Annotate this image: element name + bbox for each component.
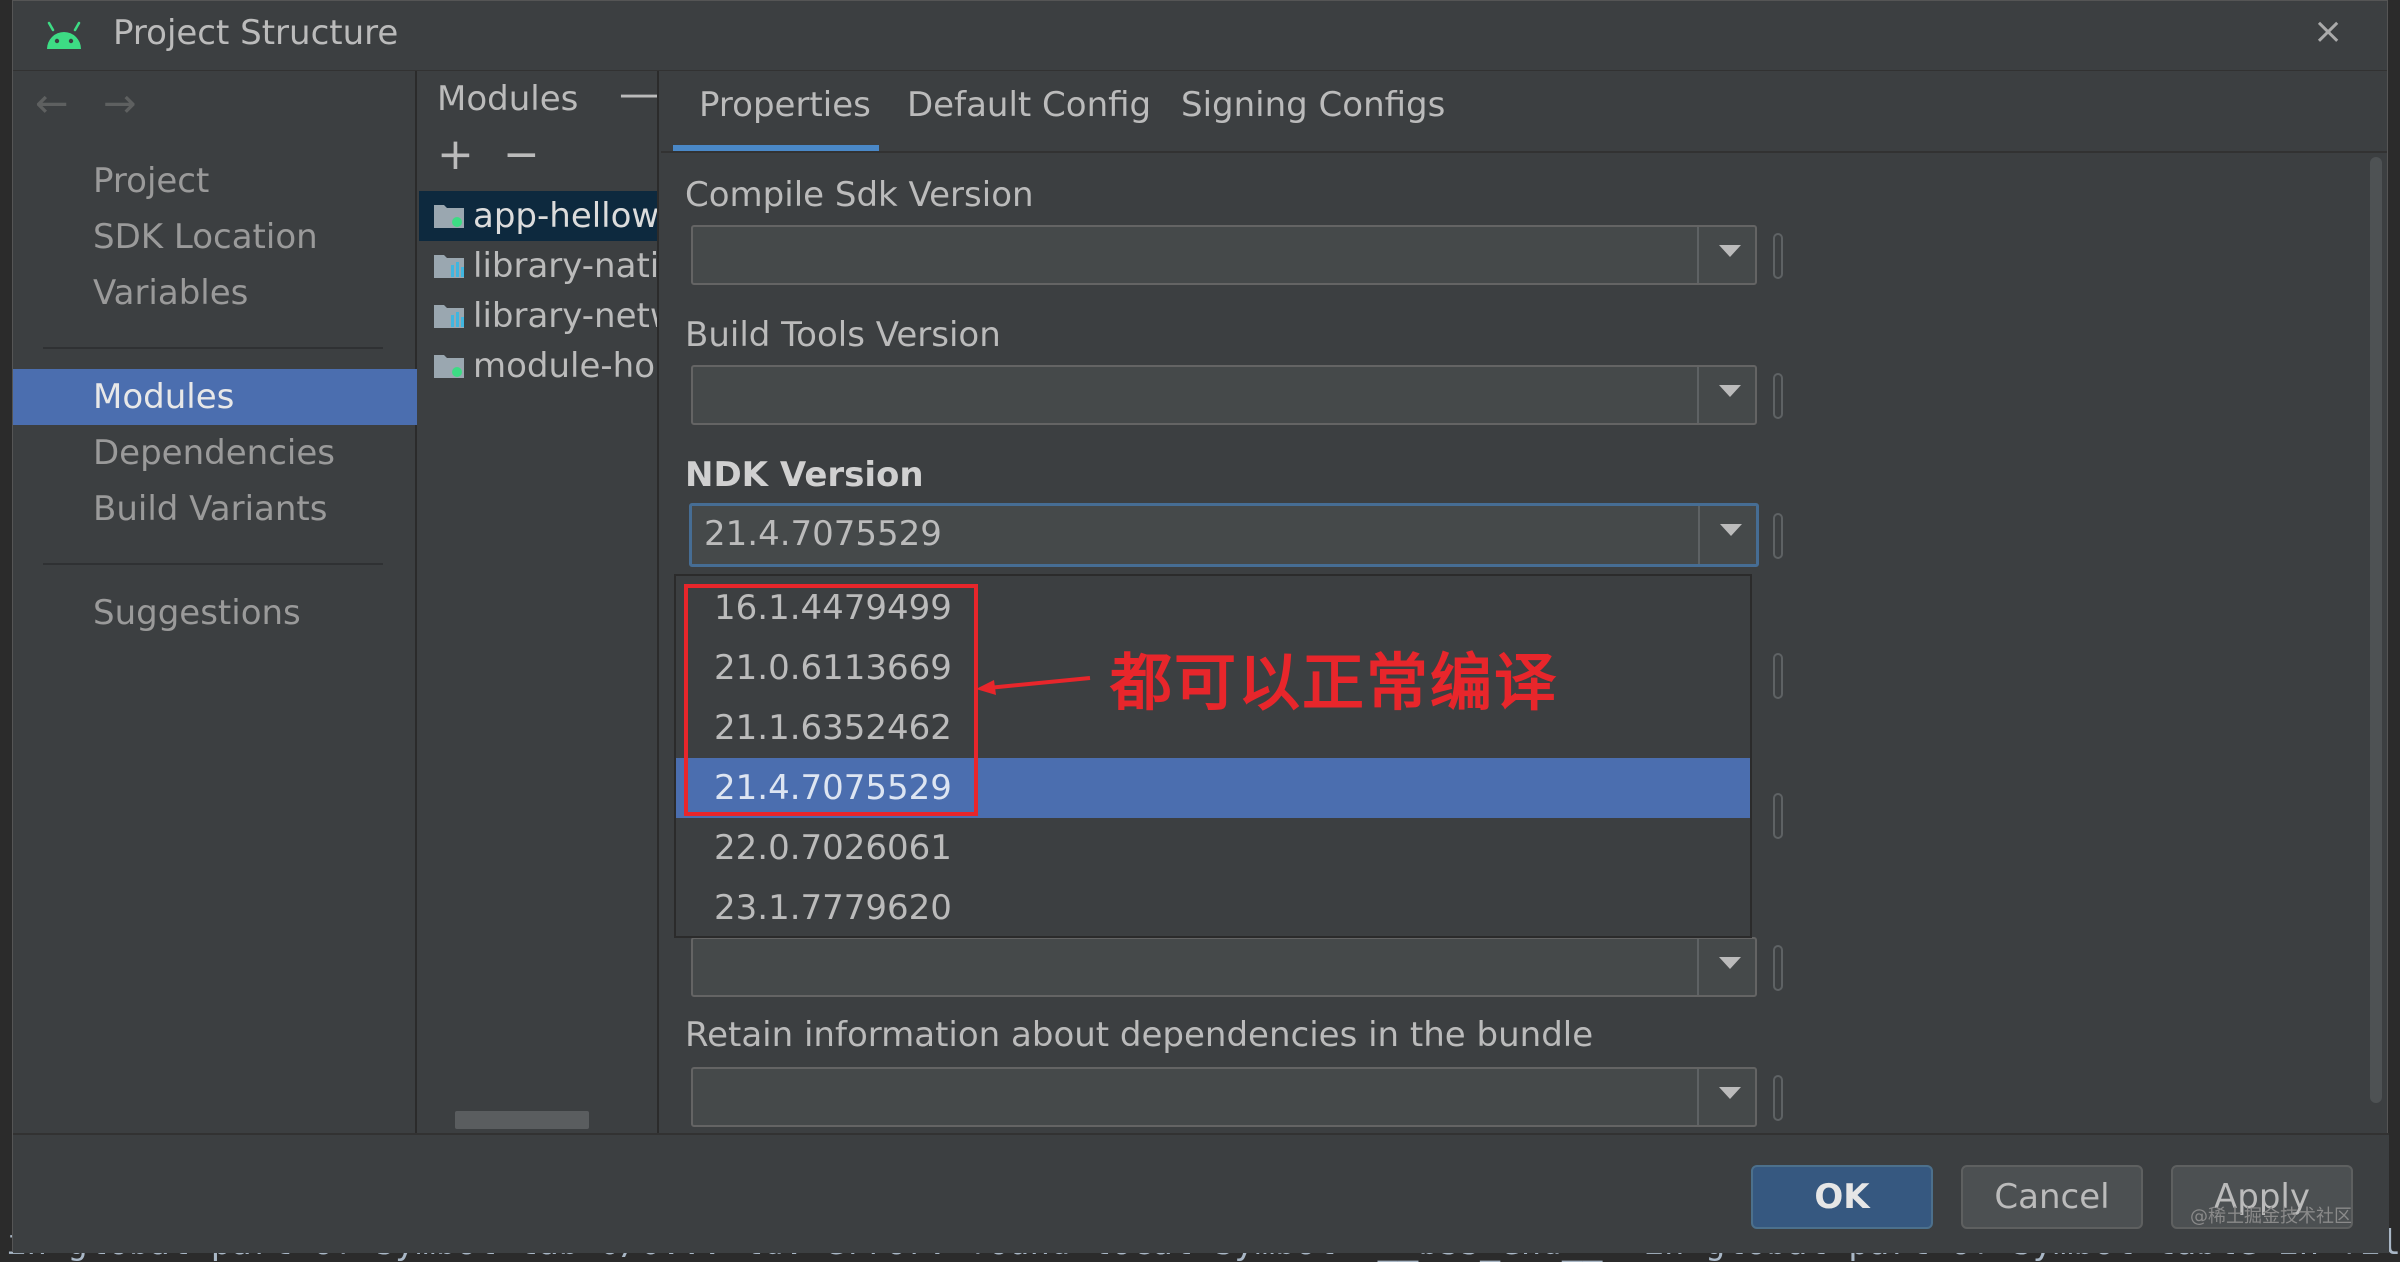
add-module-icon[interactable]: +	[437, 129, 474, 180]
dropdown-option[interactable]: 23.1.7779620	[676, 878, 1750, 938]
side-button[interactable]	[1773, 945, 1783, 991]
arrow-right-icon[interactable]: →	[103, 81, 137, 127]
nav-item-build-variants[interactable]: Build Variants	[13, 481, 417, 537]
cancel-button[interactable]: Cancel	[1961, 1165, 2143, 1229]
retain-deps-combo[interactable]	[691, 1067, 1757, 1127]
compile-sdk-side-button[interactable]	[1773, 233, 1783, 279]
nav-item-project[interactable]: Project	[13, 153, 417, 209]
side-button[interactable]	[1773, 793, 1783, 839]
nav-item-sdk-location[interactable]: SDK Location	[13, 209, 417, 265]
android-module-folder-icon	[434, 355, 464, 378]
ndk-side-button[interactable]	[1773, 513, 1783, 559]
nav-item-modules[interactable]: Modules	[13, 369, 417, 425]
modules-horizontal-scrollbar[interactable]	[455, 1111, 589, 1129]
library-module-folder-icon	[434, 305, 464, 328]
nav-item-dependencies[interactable]: Dependencies	[13, 425, 417, 481]
arrow-left-icon[interactable]: ←	[35, 81, 69, 127]
chevron-down-icon[interactable]	[1719, 245, 1741, 257]
dialog-footer: OK Cancel Apply	[13, 1133, 2389, 1253]
dropdown-option[interactable]: 22.0.7026061	[676, 818, 1750, 878]
nav-divider	[43, 563, 383, 565]
hidden-field-combo[interactable]	[691, 937, 1757, 997]
tab-properties[interactable]: Properties	[699, 85, 871, 125]
nav-item-suggestions[interactable]: Suggestions	[13, 585, 417, 641]
retain-side-button[interactable]	[1773, 1075, 1783, 1121]
watermark: @稀土掘金技术社区	[2190, 1206, 2352, 1227]
collapse-icon[interactable]: —	[619, 71, 657, 117]
build-tools-label: Build Tools Version	[685, 315, 1001, 355]
ndk-version-label: NDK Version	[685, 455, 924, 495]
module-item[interactable]: library-nativ	[419, 241, 657, 291]
tab-bar: Properties Default Config Signing Config…	[661, 71, 2387, 153]
module-item[interactable]: library-netw	[419, 291, 657, 341]
vertical-scrollbar[interactable]	[2370, 157, 2382, 1103]
build-tools-combo[interactable]	[691, 365, 1757, 425]
retain-deps-label: Retain information about dependencies in…	[685, 1015, 1594, 1055]
title-bar: Project Structure ×	[13, 1, 2387, 71]
annotation-arrow-icon	[976, 676, 1091, 695]
modules-title: Modules	[437, 79, 579, 119]
window-title: Project Structure	[113, 13, 399, 53]
tab-default-config[interactable]: Default Config	[907, 85, 1151, 125]
modules-panel: Modules — + − app-hellowa library-nativ	[419, 71, 659, 1133]
compile-sdk-label: Compile Sdk Version	[685, 175, 1034, 215]
tab-signing-configs[interactable]: Signing Configs	[1181, 85, 1445, 125]
chevron-down-icon[interactable]	[1719, 957, 1741, 969]
android-module-folder-icon	[434, 205, 464, 228]
android-icon	[47, 21, 81, 49]
left-navigation: ← → Project SDK Location Variables Modul…	[13, 71, 417, 1133]
library-module-folder-icon	[434, 255, 464, 278]
chevron-down-icon[interactable]	[1719, 385, 1741, 397]
module-item[interactable]: app-hellowa	[419, 191, 657, 241]
remove-module-icon[interactable]: −	[503, 129, 540, 180]
annotation-text: 都可以正常编译	[1110, 646, 1559, 719]
ndk-version-combo[interactable]: 21.4.7075529	[689, 503, 1759, 567]
chevron-down-icon[interactable]	[1719, 1087, 1741, 1099]
annotation-highlight-box	[684, 584, 978, 816]
build-tools-side-button[interactable]	[1773, 373, 1783, 419]
active-tab-indicator	[673, 145, 879, 151]
module-item[interactable]: module-hor	[419, 341, 657, 391]
side-button[interactable]	[1773, 653, 1783, 699]
nav-item-variables[interactable]: Variables	[13, 265, 417, 321]
compile-sdk-combo[interactable]	[691, 225, 1757, 285]
chevron-down-icon[interactable]	[1720, 524, 1742, 536]
close-icon[interactable]: ×	[2313, 14, 2343, 50]
nav-divider	[43, 347, 383, 349]
ok-button[interactable]: OK	[1751, 1165, 1933, 1229]
ndk-version-value[interactable]: 21.4.7075529	[704, 514, 942, 554]
